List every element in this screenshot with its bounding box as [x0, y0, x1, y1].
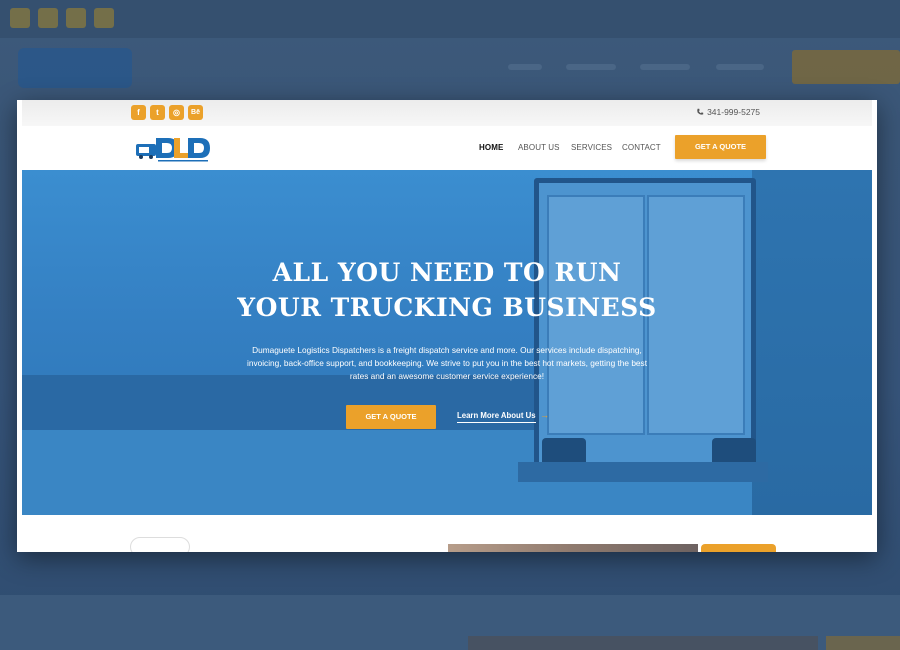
blurred-quote-button — [792, 50, 900, 84]
facebook-icon[interactable]: f — [131, 105, 146, 120]
hero-section: ALL YOU NEED TO RUN YOUR TRUCKING BUSINE… — [22, 170, 872, 515]
blurred-social-icon — [10, 8, 30, 28]
nav-home[interactable]: HOME — [479, 143, 503, 152]
hero-description: Dumaguete Logistics Dispatchers is a fre… — [246, 345, 648, 381]
blurred-topbar — [0, 0, 900, 38]
blurred-logo — [18, 48, 132, 88]
blurred-social-icon — [38, 8, 58, 28]
twitter-icon[interactable]: t — [150, 105, 165, 120]
blurred-nav — [508, 64, 542, 70]
blurred-social-icon — [94, 8, 114, 28]
get-a-quote-button[interactable]: GET A QUOTE — [675, 135, 766, 159]
hero-content: ALL YOU NEED TO RUN YOUR TRUCKING BUSINE… — [22, 170, 872, 515]
phone-number: 341-999-5275 — [707, 107, 760, 117]
top-bar: f t ◎ Bē 341-999-5275 — [22, 100, 872, 126]
instagram-icon[interactable]: ◎ — [169, 105, 184, 120]
website-window: f t ◎ Bē 341-999-5275 HOME ABOUT US SERV… — [17, 100, 877, 552]
blurred-social-icon — [66, 8, 86, 28]
hero-title-line1: ALL YOU NEED TO RUN — [272, 258, 622, 287]
blurred-nav — [640, 64, 690, 70]
hero-get-a-quote-button[interactable]: GET A QUOTE — [346, 405, 436, 429]
phone-contact[interactable]: 341-999-5275 — [696, 107, 760, 117]
next-section — [22, 515, 872, 552]
image-strip — [448, 544, 698, 552]
nav-services[interactable]: SERVICES — [571, 143, 612, 152]
blurred-card — [826, 636, 900, 650]
behance-icon[interactable]: Bē — [188, 105, 203, 120]
blurred-nav — [566, 64, 616, 70]
nav-contact[interactable]: CONTACT — [622, 143, 661, 152]
learn-more-link[interactable]: Learn More About Us — [457, 411, 536, 423]
accent-strip — [701, 544, 776, 552]
section-tag — [130, 537, 190, 552]
arrow-right-icon: → — [540, 410, 549, 420]
site-header: HOME ABOUT US SERVICES CONTACT GET A QUO… — [22, 126, 872, 170]
blurred-card — [468, 636, 818, 650]
hero-title-line2: YOUR TRUCKING BUSINESS — [237, 293, 657, 322]
nav-about-us[interactable]: ABOUT US — [518, 143, 560, 152]
blurred-nav — [716, 64, 764, 70]
dld-logo[interactable] — [136, 134, 216, 164]
phone-icon — [697, 108, 704, 115]
